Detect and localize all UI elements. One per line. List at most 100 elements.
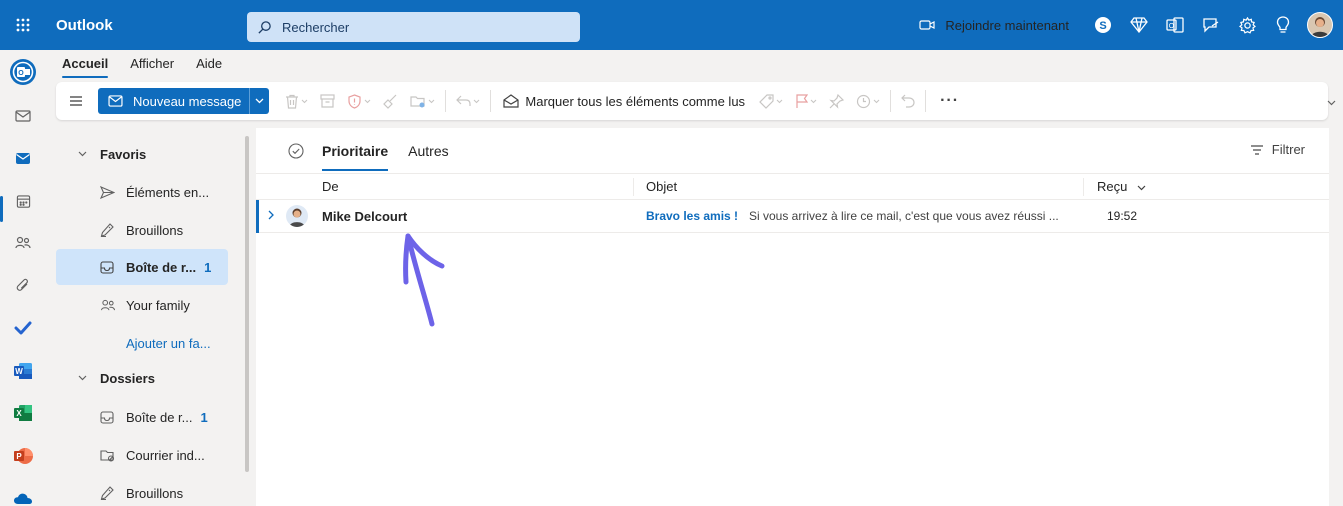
skype-icon[interactable]: S (1085, 0, 1121, 50)
add-favorite-label[interactable]: Ajouter un fa... (126, 336, 211, 351)
column-divider[interactable] (1083, 178, 1084, 196)
folder-junk[interactable]: Courrier ind... (56, 437, 228, 473)
select-all-checkbox[interactable] (288, 142, 304, 159)
app-title[interactable]: Outlook (56, 17, 246, 34)
new-message-label: Nouveau message (133, 93, 242, 109)
column-received-label: Reçu (1097, 179, 1128, 194)
snooze-button[interactable] (850, 82, 886, 120)
todo-icon[interactable] (0, 310, 46, 346)
new-message-button[interactable]: Nouveau message (98, 88, 250, 114)
message-list-tabs: Prioritaire Autres Filtrer (256, 128, 1329, 174)
folder-label: Boîte de r... (126, 409, 193, 425)
toolbar-divider (890, 90, 892, 112)
excel-icon[interactable]: X (0, 395, 46, 431)
envelope-open-icon (503, 94, 520, 108)
undo-icon (901, 94, 915, 108)
more-options-button[interactable]: ··· (930, 92, 969, 110)
join-meeting-label: Rejoindre maintenant (945, 17, 1069, 33)
message-sender: Mike Delcourt (322, 209, 408, 224)
categorize-button[interactable] (753, 82, 789, 120)
mail-compose-icon (108, 95, 123, 107)
hamburger-menu-icon[interactable] (58, 82, 94, 120)
undo-button[interactable] (895, 82, 921, 120)
expand-ribbon-icon[interactable] (1327, 100, 1336, 106)
folder-drafts-favorite[interactable]: Brouillons (56, 212, 228, 248)
folders-section[interactable]: Dossiers (56, 360, 228, 396)
chevron-down-icon (365, 99, 371, 103)
tab-aide[interactable]: Aide (196, 56, 222, 74)
search-input[interactable]: Rechercher (282, 20, 349, 35)
folder-move-icon (410, 96, 426, 108)
svg-text:S: S (1099, 20, 1106, 32)
report-button[interactable] (341, 82, 377, 120)
unread-count: 1 (204, 259, 212, 275)
shield-icon (348, 93, 362, 109)
folder-drafts[interactable]: Brouillons (56, 475, 228, 506)
office-icon[interactable]: O (1157, 0, 1193, 50)
folder-pane-scrollbar[interactable] (245, 136, 249, 472)
pencil-icon (100, 223, 126, 237)
tab-accueil[interactable]: Accueil (62, 56, 109, 78)
outlook-app-icon[interactable]: O (0, 54, 46, 90)
svg-text:P: P (16, 452, 22, 461)
powerpoint-icon[interactable]: P (0, 438, 46, 474)
flag-button[interactable] (789, 82, 823, 120)
folder-pane: Favoris Éléments en... Brouillons Boîte … (46, 128, 252, 506)
folder-sent-items[interactable]: Éléments en... (56, 174, 228, 210)
sort-chevron-icon (1137, 185, 1146, 190)
diamond-icon[interactable] (1121, 0, 1157, 50)
join-meeting-button[interactable]: Rejoindre maintenant (919, 18, 1069, 33)
folder-inbox-favorite[interactable]: Boîte de r... 1 (56, 249, 228, 285)
feedback-icon[interactable] (1193, 0, 1229, 50)
word-icon[interactable]: W (0, 353, 46, 389)
filter-icon (1250, 144, 1263, 155)
search-box[interactable]: Rechercher (247, 12, 580, 42)
user-avatar[interactable] (1307, 12, 1333, 38)
chevron-down-icon (873, 99, 880, 103)
people-icon[interactable] (0, 225, 46, 261)
tab-afficher[interactable]: Afficher (130, 56, 174, 74)
message-preview: Si vous arrivez à lire ce mail, c'est qu… (749, 209, 1059, 223)
folder-inbox[interactable]: Boîte de r... 1 (56, 399, 228, 435)
lightbulb-icon[interactable] (1265, 0, 1301, 50)
sender-avatar[interactable] (286, 205, 308, 227)
calendar-icon[interactable] (0, 183, 46, 219)
toolbar-divider (445, 90, 447, 112)
message-row[interactable]: Mike Delcourt Bravo les amis ! Si vous a… (256, 200, 1329, 233)
delete-button[interactable] (279, 82, 314, 120)
chevron-down-icon (302, 99, 308, 103)
onedrive-icon[interactable] (0, 480, 46, 506)
filter-button[interactable]: Filtrer (1250, 142, 1305, 157)
attachment-icon[interactable] (0, 268, 46, 304)
pin-icon (829, 93, 845, 109)
column-from[interactable]: De (322, 179, 339, 194)
column-received[interactable]: Reçu (1097, 179, 1146, 194)
chevron-down-icon (255, 98, 264, 104)
add-favorite-link[interactable]: Ajouter un fa... (56, 325, 228, 361)
pin-button[interactable] (823, 82, 850, 120)
inbox-icon (100, 260, 126, 274)
move-button[interactable] (404, 82, 441, 120)
app-launcher-icon[interactable] (0, 0, 46, 50)
filter-label: Filtrer (1271, 142, 1305, 157)
tab-focused[interactable]: Prioritaire (322, 143, 389, 171)
folder-label: Brouillons (126, 222, 184, 238)
tab-other[interactable]: Autres (408, 143, 448, 159)
chevron-down-icon (429, 99, 435, 103)
chevron-down-icon (56, 151, 100, 157)
mail-outline-icon[interactable] (0, 98, 46, 134)
mark-all-read-button[interactable]: Marquer tous les éléments comme lus (495, 94, 753, 109)
expand-conversation-icon[interactable] (268, 210, 274, 220)
annotation-arrow (398, 230, 454, 330)
column-subject[interactable]: Objet (646, 179, 677, 194)
mail-icon[interactable] (0, 140, 46, 176)
sweep-button[interactable] (377, 82, 404, 120)
settings-icon[interactable] (1229, 0, 1265, 50)
archive-button[interactable] (314, 82, 341, 120)
favorites-section[interactable]: Favoris (56, 136, 228, 172)
new-message-dropdown[interactable] (249, 88, 270, 114)
folder-your-family[interactable]: Your family (56, 287, 228, 323)
reply-button[interactable] (450, 82, 486, 120)
folder-label: Your family (126, 297, 190, 313)
column-divider[interactable] (633, 178, 634, 196)
